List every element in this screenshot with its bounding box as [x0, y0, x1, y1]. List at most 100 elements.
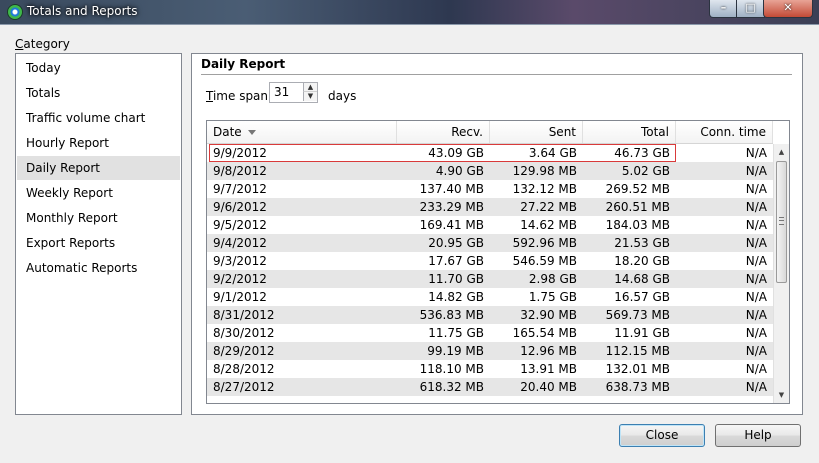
- cell-sent: 14.62 MB: [520, 218, 577, 232]
- vertical-scrollbar[interactable]: ▲ ▼: [773, 144, 789, 403]
- table-row[interactable]: 9/8/2012 4.90 GB 129.98 MB 5.02 GB N/A: [207, 162, 773, 180]
- category-list[interactable]: Today Totals Traffic volume chart Hourly Re…: [15, 53, 182, 415]
- cell-conn-time: N/A: [745, 344, 767, 358]
- cell-total: 569.73 MB: [605, 308, 670, 322]
- spin-down-icon[interactable]: ▼: [303, 92, 317, 101]
- cell-recv: 14.82 GB: [428, 290, 484, 304]
- cell-total: 269.52 MB: [605, 182, 670, 196]
- table-row[interactable]: 9/2/2012 11.70 GB 2.98 GB 14.68 GB N/A: [207, 270, 773, 288]
- table-row[interactable]: 8/27/2012 618.32 MB 20.40 MB 638.73 MB N/A: [207, 378, 773, 396]
- cell-conn-time: N/A: [745, 254, 767, 268]
- table-row[interactable]: 9/1/2012 14.82 GB 1.75 GB 16.57 GB N/A: [207, 288, 773, 306]
- category-item-monthly-report[interactable]: Monthly Report: [17, 206, 180, 230]
- cell-total: 14.68 GB: [614, 272, 670, 286]
- scroll-up-icon[interactable]: ▲: [774, 144, 789, 160]
- cell-recv: 4.90 GB: [435, 164, 484, 178]
- column-header-conn-time[interactable]: Conn. time: [676, 121, 773, 143]
- cell-conn-time: N/A: [745, 218, 767, 232]
- selection-highlight: [209, 144, 676, 162]
- cell-total: 260.51 MB: [605, 200, 670, 214]
- category-item-weekly-report[interactable]: Weekly Report: [17, 181, 180, 205]
- cell-date: 9/4/2012: [213, 236, 267, 250]
- cell-total: 11.91 GB: [614, 326, 670, 340]
- cell-conn-time: N/A: [745, 146, 767, 160]
- cell-conn-time: N/A: [745, 164, 767, 178]
- timespan-value[interactable]: 31: [274, 85, 289, 99]
- column-header-date[interactable]: Date: [207, 121, 397, 143]
- cell-conn-time: N/A: [745, 326, 767, 340]
- cell-recv: 233.29 MB: [419, 200, 484, 214]
- minimize-button[interactable]: –: [709, 0, 738, 18]
- category-item-daily-report[interactable]: Daily Report: [17, 156, 180, 180]
- cell-date: 9/1/2012: [213, 290, 267, 304]
- table-row[interactable]: 9/4/2012 20.95 GB 592.96 MB 21.53 GB N/A: [207, 234, 773, 252]
- spin-up-icon[interactable]: ▲: [303, 83, 317, 92]
- cell-date: 9/7/2012: [213, 182, 267, 196]
- cell-conn-time: N/A: [745, 308, 767, 322]
- timespan-spinner[interactable]: 31 ▲ ▼: [269, 82, 318, 103]
- category-item-export-reports[interactable]: Export Reports: [17, 231, 180, 255]
- cell-conn-time: N/A: [745, 236, 767, 250]
- help-button[interactable]: Help: [715, 424, 801, 447]
- cell-date: 9/5/2012: [213, 218, 267, 232]
- cell-total: 112.15 MB: [605, 344, 670, 358]
- cell-recv: 169.41 MB: [419, 218, 484, 232]
- scroll-thumb[interactable]: [776, 161, 787, 283]
- category-item-hourly-report[interactable]: Hourly Report: [17, 131, 180, 155]
- cell-total: 5.02 GB: [621, 164, 670, 178]
- table-row[interactable]: 9/7/2012 137.40 MB 132.12 MB 269.52 MB N/A: [207, 180, 773, 198]
- category-item-automatic-reports[interactable]: Automatic Reports: [17, 256, 180, 280]
- table-row[interactable]: 9/5/2012 169.41 MB 14.62 MB 184.03 MB N/A: [207, 216, 773, 234]
- cell-recv: 618.32 MB: [419, 380, 484, 394]
- table-row[interactable]: 8/30/2012 11.75 GB 165.54 MB 11.91 GB N/A: [207, 324, 773, 342]
- cell-sent: 546.59 MB: [512, 254, 577, 268]
- grip-icon: [779, 217, 784, 225]
- cell-sent: 165.54 MB: [512, 326, 577, 340]
- title-bar[interactable]: Totals and Reports – □ ✕: [0, 0, 819, 24]
- table-row[interactable]: 9/6/2012 233.29 MB 27.22 MB 260.51 MB N/A: [207, 198, 773, 216]
- table-row[interactable]: 8/29/2012 99.19 MB 12.96 MB 112.15 MB N/A: [207, 342, 773, 360]
- cell-total: 21.53 GB: [614, 236, 670, 250]
- report-table[interactable]: Date Recv. Sent Total Conn. time 9/9/201…: [206, 120, 790, 404]
- maximize-button[interactable]: □: [736, 0, 765, 18]
- column-header-total[interactable]: Total: [583, 121, 676, 143]
- panel-title: Daily Report: [201, 57, 286, 71]
- cell-date: 8/29/2012: [213, 344, 275, 358]
- cell-recv: 20.95 GB: [428, 236, 484, 250]
- panel-divider: [201, 74, 792, 75]
- category-item-traffic-volume-chart[interactable]: Traffic volume chart: [17, 106, 180, 130]
- cell-total: 638.73 MB: [605, 380, 670, 394]
- cell-total: 16.57 GB: [614, 290, 670, 304]
- maximize-icon: □: [745, 1, 756, 14]
- column-header-sent[interactable]: Sent: [490, 121, 583, 143]
- category-label: Category: [15, 37, 70, 51]
- cell-sent: 1.75 GB: [528, 290, 577, 304]
- cell-conn-time: N/A: [745, 272, 767, 286]
- cell-sent: 132.12 MB: [512, 182, 577, 196]
- cell-date: 9/2/2012: [213, 272, 267, 286]
- cell-recv: 11.70 GB: [428, 272, 484, 286]
- table-row[interactable]: 8/28/2012 118.10 MB 13.91 MB 132.01 MB N/A: [207, 360, 773, 378]
- cell-sent: 2.98 GB: [528, 272, 577, 286]
- cell-total: 132.01 MB: [605, 362, 670, 376]
- table-row[interactable]: 9/3/2012 17.67 GB 546.59 MB 18.20 GB N/A: [207, 252, 773, 270]
- category-item-today[interactable]: Today: [17, 56, 180, 80]
- report-panel: Daily Report Time span: 31 ▲ ▼ days Date…: [191, 53, 803, 415]
- cell-sent: 13.91 MB: [520, 362, 577, 376]
- close-button[interactable]: Close: [619, 424, 705, 447]
- column-header-recv[interactable]: Recv.: [397, 121, 490, 143]
- days-label: days: [328, 89, 357, 103]
- cell-recv: 118.10 MB: [419, 362, 484, 376]
- close-window-button[interactable]: ✕: [763, 0, 813, 18]
- cell-date: 9/8/2012: [213, 164, 267, 178]
- category-item-totals[interactable]: Totals: [17, 81, 180, 105]
- scroll-down-icon[interactable]: ▼: [774, 387, 789, 403]
- cell-date: 9/6/2012: [213, 200, 267, 214]
- cell-sent: 32.90 MB: [520, 308, 577, 322]
- table-row[interactable]: 8/31/2012 536.83 MB 32.90 MB 569.73 MB N/A: [207, 306, 773, 324]
- table-row[interactable]: 9/9/2012 43.09 GB 3.64 GB 46.73 GB N/A: [207, 144, 773, 162]
- cell-recv: 137.40 MB: [419, 182, 484, 196]
- table-header: Date Recv. Sent Total Conn. time: [207, 121, 773, 144]
- cell-date: 8/27/2012: [213, 380, 275, 394]
- app-icon: [7, 4, 23, 20]
